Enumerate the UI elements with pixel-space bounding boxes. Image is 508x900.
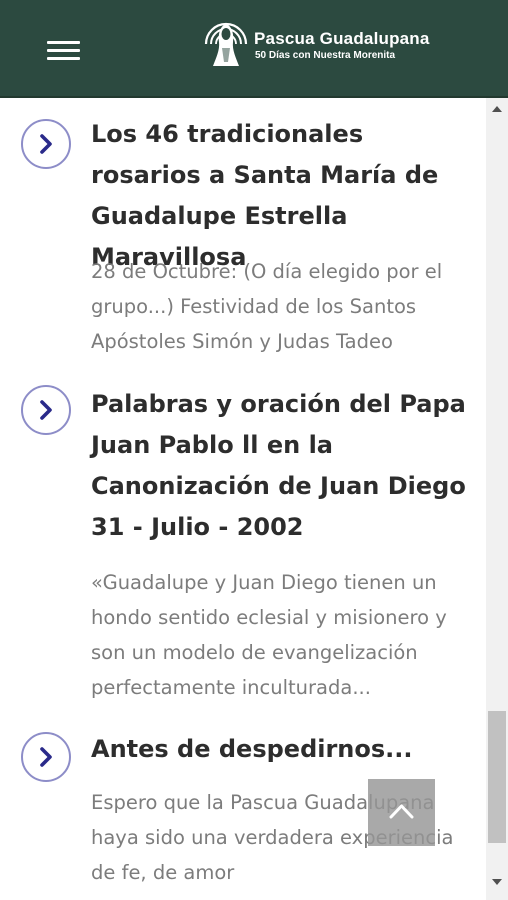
article-title[interactable]: Antes de despedirnos... <box>91 729 476 770</box>
hamburger-menu-icon[interactable] <box>47 39 80 63</box>
scroll-up-arrow-icon[interactable] <box>492 106 502 112</box>
site-subtitle: 50 Días con Nuestra Morenita <box>255 50 396 61</box>
guadalupe-logo-icon <box>204 22 248 66</box>
site-logo[interactable]: Pascua Guadalupana 50 Días con Nuestra M… <box>198 6 498 76</box>
site-header: Pascua Guadalupana 50 Días con Nuestra M… <box>0 0 508 98</box>
article-excerpt: «Guadalupe y Juan Diego tienen un hondo … <box>91 571 447 699</box>
back-to-top-button[interactable] <box>368 779 435 846</box>
page: Pascua Guadalupana 50 Días con Nuestra M… <box>0 0 508 900</box>
chevron-right-icon <box>40 747 52 767</box>
chevron-up-icon <box>389 804 414 819</box>
scroll-down-arrow-icon[interactable] <box>492 879 502 885</box>
article-link-button[interactable] <box>21 732 71 782</box>
article-title[interactable]: Palabras y oración del Papa Juan Pablo l… <box>91 384 476 548</box>
chevron-right-icon <box>40 134 52 154</box>
vertical-scrollbar[interactable] <box>486 98 508 900</box>
site-title: Pascua Guadalupana <box>254 29 430 48</box>
article-excerpt: 28 de Octubre: (O día elegido por el gru… <box>91 260 443 353</box>
chevron-right-icon <box>40 400 52 420</box>
scrollbar-thumb[interactable] <box>488 711 506 843</box>
article-link-button[interactable] <box>21 385 71 435</box>
article-link-button[interactable] <box>21 119 71 169</box>
